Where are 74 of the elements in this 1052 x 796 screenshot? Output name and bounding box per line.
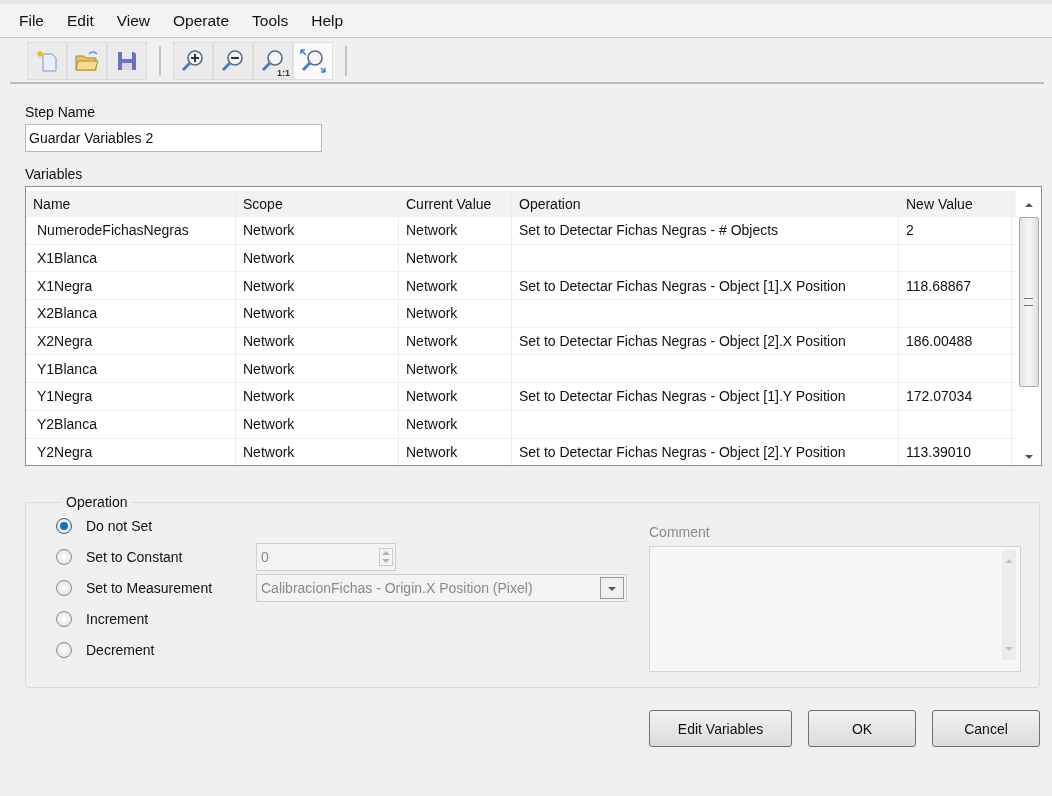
radio-label[interactable]: Set to Constant <box>86 549 256 566</box>
open-folder-button[interactable] <box>67 42 107 80</box>
menu-item[interactable]: Operate <box>160 11 240 30</box>
actual-size-button[interactable]: 1:1 <box>253 42 293 80</box>
table-cell: 2 <box>899 217 1012 244</box>
radio-button[interactable] <box>56 518 72 535</box>
radio-button[interactable] <box>56 549 72 566</box>
zoom-out-button[interactable] <box>213 42 253 80</box>
save-button[interactable] <box>107 42 147 80</box>
menu-item[interactable]: File <box>6 11 54 30</box>
table-cell: X2Negra <box>26 327 236 355</box>
table-cell: Set to Detectar Fichas Negras - Object [2].X Position <box>512 327 899 355</box>
table-cell: Y2Blanca <box>26 410 236 438</box>
menu-item[interactable]: Edit <box>54 11 104 30</box>
menu-item[interactable]: View <box>103 11 161 30</box>
table-cell: Network <box>236 383 399 410</box>
table-cell: Network <box>236 355 399 383</box>
group-title: Operation <box>65 494 129 511</box>
table-cell: NumerodeFichasNegras <box>26 217 236 244</box>
table-cell: Set to Detectar Fichas Negras - Object [1].X Position <box>512 272 899 300</box>
table-cell: Network <box>399 217 512 244</box>
menu-item[interactable]: Tools <box>239 11 299 30</box>
new-document-icon <box>35 49 59 73</box>
zoom-fit-button[interactable] <box>293 42 333 80</box>
section-label: Variables <box>25 166 84 182</box>
scroll-down-icon[interactable] <box>1023 453 1034 462</box>
table-cell: Set to Detectar Fichas Negras - Object [1].Y Position <box>512 383 899 410</box>
radio-label[interactable]: Set to Measurement <box>86 580 256 597</box>
field-label: Step Name <box>25 104 97 120</box>
table-cell: Y1Negra <box>26 383 236 410</box>
dialog-button[interactable]: OK <box>808 710 916 748</box>
table-cell: Y2Negra <box>26 438 236 466</box>
folder-icon <box>74 49 100 73</box>
table-cell: Network <box>236 217 399 244</box>
table-cell: Network <box>236 272 399 300</box>
table-cell: Network <box>399 383 512 410</box>
radio-label[interactable]: Increment <box>86 611 256 628</box>
table-cell: Network <box>399 327 512 355</box>
table-cell: Network <box>236 327 399 355</box>
table-cell: Network <box>236 410 399 438</box>
table-cell: 113.39010 <box>899 438 1012 466</box>
table-cell: Set to Detectar Fichas Negras - # Objects <box>512 217 899 244</box>
radio-button[interactable] <box>56 611 72 628</box>
table-cell: Set to Detectar Fichas Negras - Object [2].Y Position <box>512 438 899 466</box>
table-cell: Network <box>236 244 399 272</box>
table-cell: 186.00488 <box>899 327 1012 355</box>
table-cell: Network <box>399 272 512 300</box>
save-icon <box>115 49 139 73</box>
radio-label[interactable]: Decrement <box>86 642 256 659</box>
zoom-in-button[interactable] <box>173 42 213 80</box>
table-cell: Network <box>236 438 399 466</box>
scroll-thumb[interactable] <box>1018 217 1039 387</box>
table-cell: X1Negra <box>26 272 236 300</box>
table-cell: Network <box>399 244 512 272</box>
table-cell: X1Blanca <box>26 244 236 272</box>
table-cell: Network <box>399 438 512 466</box>
table-cell: Network <box>399 355 512 383</box>
table-cell: Network <box>236 300 399 327</box>
menu-item[interactable]: Help <box>298 11 354 30</box>
dialog-button[interactable]: Cancel <box>932 710 1040 748</box>
table-cell: 118.68867 <box>899 272 1012 300</box>
zoom-fit-icon <box>299 48 327 74</box>
comment-label: Comment <box>649 524 711 541</box>
radio-label[interactable]: Do not Set <box>86 518 256 535</box>
radio-button[interactable] <box>56 642 72 659</box>
dialog-button[interactable]: Edit Variables <box>649 710 792 748</box>
table-cell: Network <box>399 300 512 327</box>
table-cell: X2Blanca <box>26 300 236 327</box>
radio-button[interactable] <box>56 580 72 597</box>
table-cell: Y1Blanca <box>26 355 236 383</box>
table-cell: Network <box>399 410 512 438</box>
scroll-up-icon[interactable] <box>1023 201 1034 209</box>
step-name-field[interactable]: Guardar Variables 2 <box>25 124 322 152</box>
table-cell: 172.07034 <box>899 383 1012 410</box>
